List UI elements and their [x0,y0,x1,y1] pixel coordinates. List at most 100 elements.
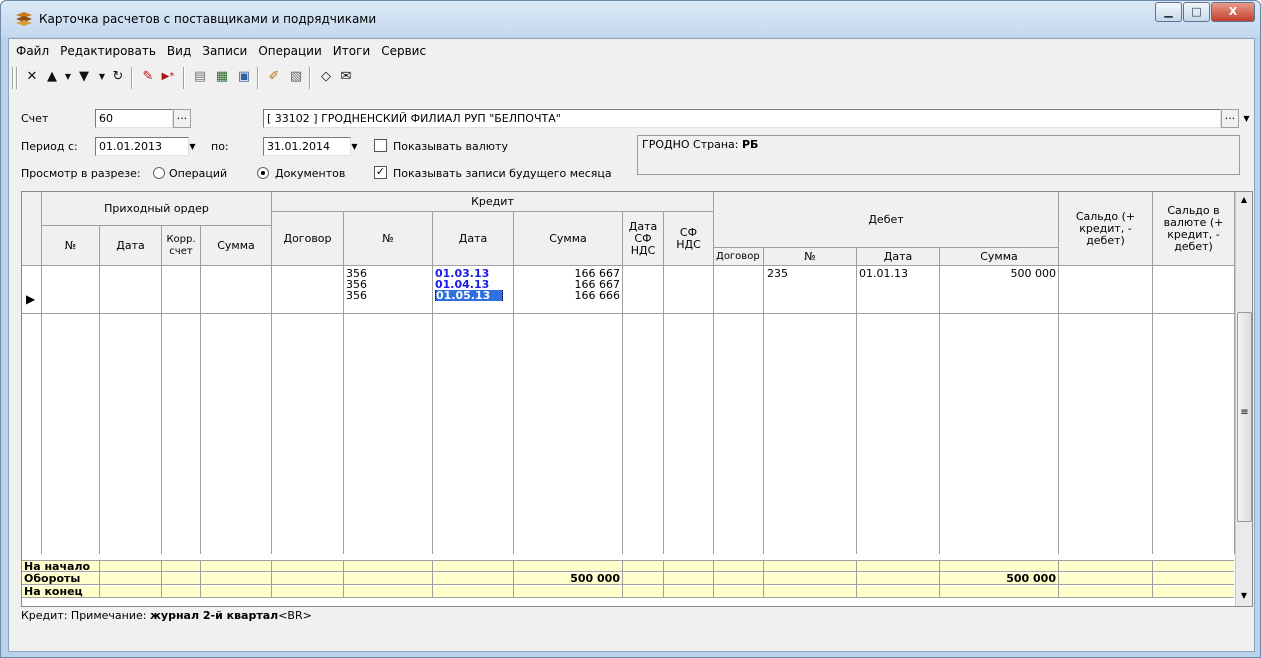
col-cr-vat-date[interactable]: Дата СФ НДС [623,212,664,266]
records-grid[interactable]: Приходный ордер Кредит Дебет Сальдо (+ к… [21,191,1253,607]
credit-num-2[interactable]: 356 [346,279,367,290]
mail-icon[interactable]: ✉ [337,68,355,86]
menu-service[interactable]: Сервис [377,42,430,60]
partner-browse-button[interactable]: ... [1221,109,1239,128]
credit-date-3[interactable]: 01.05.13 [435,290,504,301]
refresh-icon[interactable]: ↻ [109,68,127,86]
scroll-up-icon[interactable]: ▲ [1236,192,1252,208]
view-mode-label: Просмотр в разрезе: [21,167,141,180]
toolbar-separator [257,67,259,89]
note-status: Кредит: Примечание: журнал 2-й квартал<B… [21,609,312,622]
footer-turnover-credit: 500 000 [570,572,620,585]
note-suffix: <BR> [278,609,312,622]
move-down-icon[interactable]: ▼ [75,68,93,86]
wizard-icon[interactable]: ✐ [265,68,283,86]
credit-sum-3[interactable]: 166 666 [514,290,621,301]
report-icon[interactable]: ▧ [287,68,305,86]
show-future-checkbox[interactable]: ✓ [374,166,387,179]
col-db-sum[interactable]: Сумма [940,248,1059,266]
credit-date-1[interactable]: 01.03.13 [435,268,489,279]
scroll-thumb[interactable]: ≡ [1237,312,1252,522]
period-to-label: по: [211,140,229,153]
period-to-field[interactable]: 31.01.2014 [263,137,351,156]
credit-num-1[interactable]: 356 [346,268,367,279]
note-text: журнал 2-й квартал [149,609,279,622]
menu-edit[interactable]: Редактировать [56,42,160,60]
credit-num-3[interactable]: 356 [346,290,367,301]
account-field[interactable]: 60 [95,109,173,128]
footer-turnover-debit: 500 000 [1006,572,1056,585]
maximize-icon: □ [1191,5,1202,18]
account-label: Счет [21,112,49,125]
period-from-field[interactable]: 01.01.2013 [95,137,189,156]
title-bar[interactable]: Карточка расчетов с поставщиками и подря… [1,1,1260,37]
menu-file[interactable]: Файл [12,42,53,60]
calendar-icon[interactable]: ▣ [235,68,253,86]
toolbar-grip [12,67,14,89]
col-saldo-currency[interactable]: Сальдо в валюте (+ кредит, - дебет) [1153,192,1235,266]
show-currency-label[interactable]: Показывать валюту [393,140,508,153]
period-from-dropdown-icon[interactable]: ▼ [185,138,200,155]
scroll-down-icon[interactable]: ▼ [1236,588,1252,604]
view-operations-radio[interactable] [153,167,165,179]
add-record-icon[interactable]: ▶* [159,68,177,86]
footer-row-turnover: Обороты 500 000 500 000 [22,573,1234,585]
col-saldo[interactable]: Сальдо (+ кредит, - дебет) [1059,192,1153,266]
export-icon[interactable]: ▦ [213,68,231,86]
document-icon[interactable]: ▤ [191,68,209,86]
view-operations-label[interactable]: Операций [169,167,227,180]
minimize-button[interactable]: ▁ [1155,2,1182,22]
col-cr-sum[interactable]: Сумма [514,212,623,266]
close-button[interactable]: X [1211,2,1255,22]
footer-turnover-label: Обороты [24,573,81,585]
col-db-contract[interactable]: Договор [714,248,764,266]
col-ro-num[interactable]: № [42,226,100,266]
delete-icon[interactable]: ✕ [23,68,41,86]
debit-num[interactable]: 235 [767,268,788,279]
clear-icon[interactable]: ◇ [317,68,335,86]
maximize-button[interactable]: □ [1183,2,1210,22]
info-country-label: Страна: [693,138,739,151]
col-ro-corr[interactable]: Корр. счет [162,226,201,266]
col-ro-date[interactable]: Дата [100,226,162,266]
credit-date-2[interactable]: 01.04.13 [435,279,489,290]
toolbar-separator [309,67,311,89]
edit-icon[interactable]: ✎ [139,68,157,86]
col-ro-sum[interactable]: Сумма [201,226,272,266]
col-cr-num[interactable]: № [344,212,433,266]
debit-sum[interactable]: 500 000 [940,268,1057,279]
menu-view[interactable]: Вид [163,42,195,60]
col-db-num[interactable]: № [764,248,857,266]
app-window: Карточка расчетов с поставщиками и подря… [0,0,1261,658]
account-browse-button[interactable]: ... [173,109,191,128]
menu-totals[interactable]: Итоги [329,42,374,60]
partner-dropdown-icon[interactable]: ▼ [1239,110,1254,127]
footer-row-end: На конец [22,586,1234,598]
credit-sum-1[interactable]: 166 667 [514,268,621,279]
col-cr-contract[interactable]: Договор [272,212,344,266]
info-country-value: РБ [741,138,759,151]
col-cr-vat[interactable]: СФ НДС [664,212,714,266]
credit-sum-2[interactable]: 166 667 [514,279,621,290]
group-credit: Кредит [272,192,714,212]
debit-date[interactable]: 01.01.13 [859,268,908,279]
footer-start-label: На начало [24,561,91,573]
view-documents-label[interactable]: Документов [275,167,345,180]
toolbar: ✕ ▲ ▼ ▼ ▼ ↻ ✎ ▶* ▤ ▦ ▣ ✐ ▧ ◇ ✉ [9,64,509,92]
view-documents-radio[interactable] [257,167,269,179]
toolbar-separator [183,67,185,89]
partner-field[interactable]: [ 33102 ] ГРОДНЕНСКИЙ ФИЛИАЛ РУП "БЕЛПОЧ… [263,109,1221,128]
minimize-icon: ▁ [1164,5,1173,18]
footer-end-label: На конец [24,586,83,598]
current-row-indicator-icon: ▶ [26,294,36,305]
menu-operations[interactable]: Операции [254,42,325,60]
grid-vertical-scrollbar[interactable]: ▲ ≡ ▼ [1235,192,1252,606]
menu-records[interactable]: Записи [198,42,251,60]
period-to-dropdown-icon[interactable]: ▼ [347,138,362,155]
col-db-date[interactable]: Дата [857,248,940,266]
show-currency-checkbox[interactable] [374,139,387,152]
info-city: ГРОДНО [642,138,690,151]
show-future-label[interactable]: Показывать записи будущего месяца [393,167,612,180]
col-cr-date[interactable]: Дата [433,212,514,266]
close-icon: X [1228,5,1238,18]
